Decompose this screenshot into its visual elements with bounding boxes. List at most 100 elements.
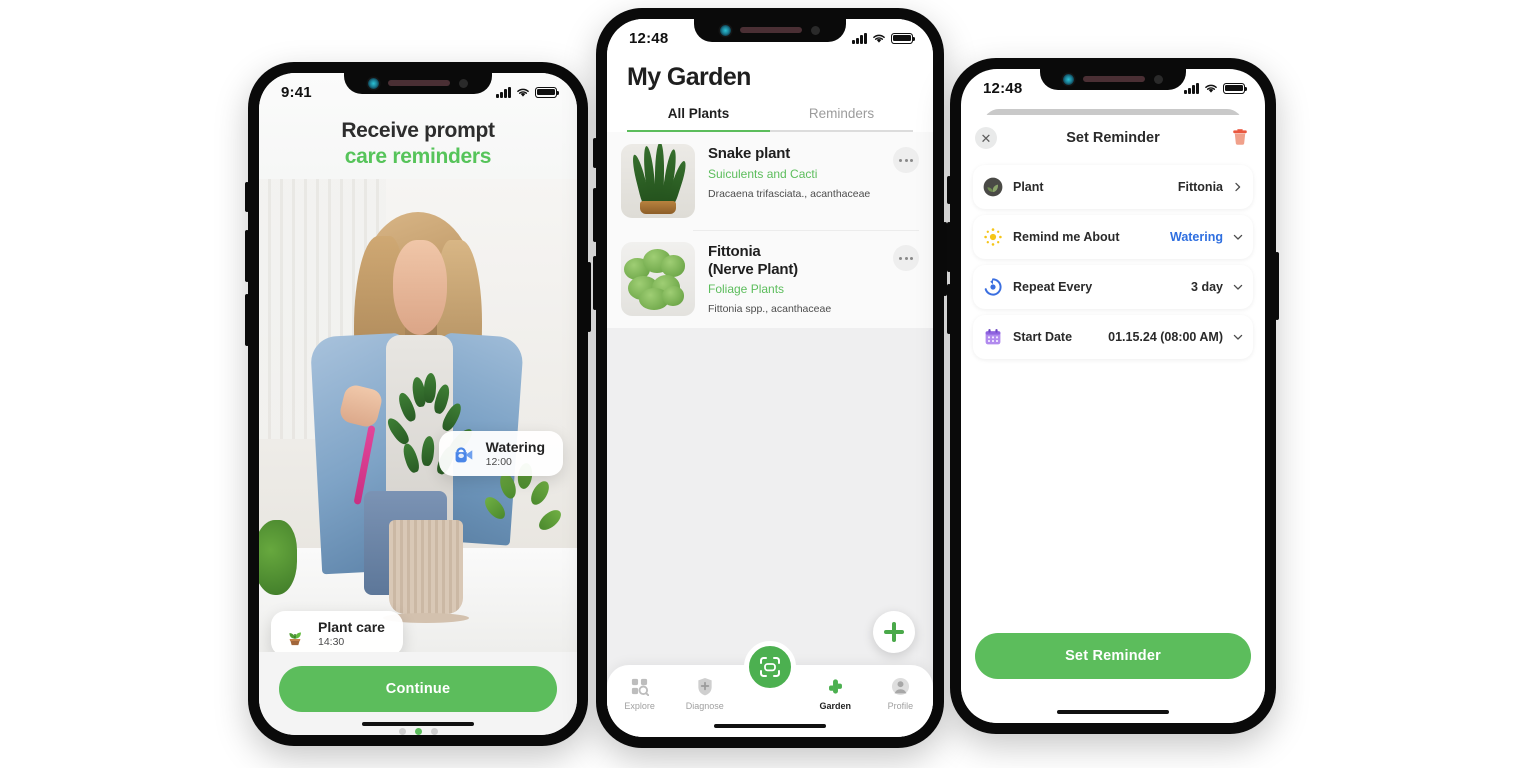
power-button[interactable]	[1275, 252, 1279, 320]
notch	[1040, 69, 1186, 90]
volume-down-button[interactable]	[593, 256, 597, 310]
page-dot-1[interactable]	[398, 728, 406, 735]
plant-category: Foliage Plants	[708, 282, 785, 297]
volume-up-button[interactable]	[245, 230, 249, 282]
sidebar-item-explore[interactable]: Explore	[607, 675, 672, 711]
explore-grid-search-icon	[607, 675, 672, 697]
more-options-icon[interactable]	[893, 147, 919, 173]
phone2-screen: 12:48 My Garden All Plants Reminders Sna…	[607, 19, 933, 737]
trash-icon[interactable]	[1229, 127, 1251, 149]
cactus-icon	[803, 675, 868, 697]
mute-switch[interactable]	[947, 176, 951, 204]
proximity-sensor-icon	[1154, 74, 1163, 84]
row-label: Start Date	[1013, 330, 1073, 344]
volume-down-button[interactable]	[245, 294, 249, 346]
volume-down-button[interactable]	[947, 284, 951, 334]
front-camera-icon	[368, 77, 379, 89]
page-dot-3[interactable]	[430, 728, 438, 735]
table-row[interactable]: Snake plant Suiculents and Cacti Dracaen…	[607, 132, 933, 230]
sidebar-item-garden[interactable]: Garden	[803, 675, 868, 711]
power-button[interactable]	[587, 262, 591, 332]
cellular-signal-icon	[1184, 82, 1199, 94]
phone-device-onboarding: 9:41 Receive prompt care reminders Water…	[245, 62, 591, 746]
row-label: Repeat Every	[1013, 280, 1093, 294]
tab-label: Diagnose	[685, 701, 724, 711]
repeat-circle-icon	[984, 278, 1002, 296]
row-value: 01.15.24 (08:00 AM)	[1108, 330, 1223, 344]
mute-switch[interactable]	[245, 182, 249, 212]
notch	[344, 73, 492, 94]
toast-title: Watering	[485, 439, 545, 455]
toast-time: 12:00	[485, 456, 512, 469]
plant-scientific-name: Fittonia spp., acanthaceae	[708, 303, 832, 316]
wifi-icon	[1205, 84, 1217, 93]
home-indicator[interactable]	[362, 721, 474, 726]
phone1-screen: 9:41 Receive prompt care reminders Water…	[259, 73, 577, 735]
chevron-down-icon	[1233, 234, 1243, 240]
toast-time: 14:30	[318, 636, 345, 649]
plant-category: Suiculents and Cacti	[708, 166, 818, 181]
plant-scientific-name: Dracaena trifasciata., acanthaceae	[708, 187, 871, 200]
phone-device-my-garden: 12:48 My Garden All Plants Reminders Sna…	[593, 8, 947, 748]
sun-sparkle-icon	[984, 228, 1002, 246]
headline-line-2: care reminders	[344, 145, 492, 168]
sidebar-item-diagnose[interactable]: Diagnose	[672, 675, 737, 711]
set-reminder-button[interactable]: Set Reminder	[975, 633, 1251, 679]
close-icon[interactable]: ✕	[975, 127, 997, 149]
more-options-icon[interactable]	[893, 245, 919, 271]
garden-tabs: All Plants Reminders	[627, 106, 913, 132]
home-indicator[interactable]	[1057, 709, 1169, 714]
battery-icon	[1223, 82, 1248, 94]
scan-button[interactable]	[744, 641, 796, 693]
sheet-header: ✕ Set Reminder	[961, 115, 1265, 161]
toast-title: Plant care	[318, 619, 385, 635]
diagnose-shield-icon	[672, 675, 737, 697]
continue-button[interactable]: Continue	[279, 666, 557, 712]
row-plant[interactable]: Plant Fittonia	[973, 165, 1253, 209]
scan-icon	[760, 657, 780, 677]
row-repeat-every[interactable]: Repeat Every 3 day	[973, 265, 1253, 309]
watering-can-icon	[455, 446, 472, 462]
plant-name: Snake plant	[708, 145, 790, 162]
row-value: 3 day	[1191, 280, 1223, 294]
plant-name-line-2: (Nerve Plant)	[708, 260, 798, 278]
volume-up-button[interactable]	[593, 188, 597, 242]
headline-line-1: Receive prompt	[341, 119, 495, 142]
home-indicator[interactable]	[714, 723, 826, 728]
phone3-screen: 12:48 ✕ Set Reminder Plant Fittonia Remi…	[961, 69, 1265, 723]
plant-name: Fittonia (Nerve Plant)	[708, 243, 880, 278]
plant-avatar-icon	[983, 177, 1003, 197]
front-camera-icon	[720, 24, 731, 36]
phone-device-set-reminder: 12:48 ✕ Set Reminder Plant Fittonia Remi…	[947, 58, 1279, 734]
potted-seedling-icon	[289, 632, 301, 645]
sidebar-item-profile[interactable]: Profile	[868, 675, 933, 711]
status-icons	[1184, 82, 1248, 94]
reminder-form: Plant Fittonia Remind me About Watering …	[961, 161, 1265, 365]
tab-label: Explore	[624, 701, 655, 711]
plant-info: Snake plant Suiculents and Cacti Dracaen…	[708, 144, 880, 218]
add-plant-button[interactable]	[873, 611, 915, 653]
tab-label: Profile	[887, 701, 914, 711]
volume-up-button[interactable]	[947, 222, 951, 272]
fittonia-thumbnail	[621, 242, 695, 316]
chevron-right-icon	[1235, 182, 1241, 192]
proximity-sensor-icon	[811, 25, 820, 35]
row-remind-me-about[interactable]: Remind me About Watering	[973, 215, 1253, 259]
tab-label: Garden	[819, 701, 851, 711]
profile-avatar-icon	[868, 675, 933, 697]
front-camera-icon	[1063, 73, 1074, 85]
earpiece-speaker	[740, 27, 802, 33]
notch	[694, 19, 846, 42]
garden-body: Explore Diagnose Garden Profile	[607, 328, 933, 737]
page-dot-2-active[interactable]	[414, 728, 422, 735]
mute-switch[interactable]	[593, 138, 597, 168]
table-row[interactable]: Fittonia (Nerve Plant) Foliage Plants Fi…	[607, 230, 933, 328]
tab-reminders[interactable]: Reminders	[770, 106, 913, 132]
row-value: Fittonia	[1177, 180, 1223, 194]
row-start-date[interactable]: Start Date 01.15.24 (08:00 AM)	[973, 315, 1253, 359]
toast-watering: Watering 12:00	[438, 431, 563, 477]
hero-photo-woman-watering-plant: Watering 12:00 Plant care 14:30	[259, 179, 577, 652]
row-label: Plant	[1013, 180, 1044, 194]
tab-all-plants[interactable]: All Plants	[627, 106, 770, 132]
row-value: Watering	[1169, 230, 1223, 244]
